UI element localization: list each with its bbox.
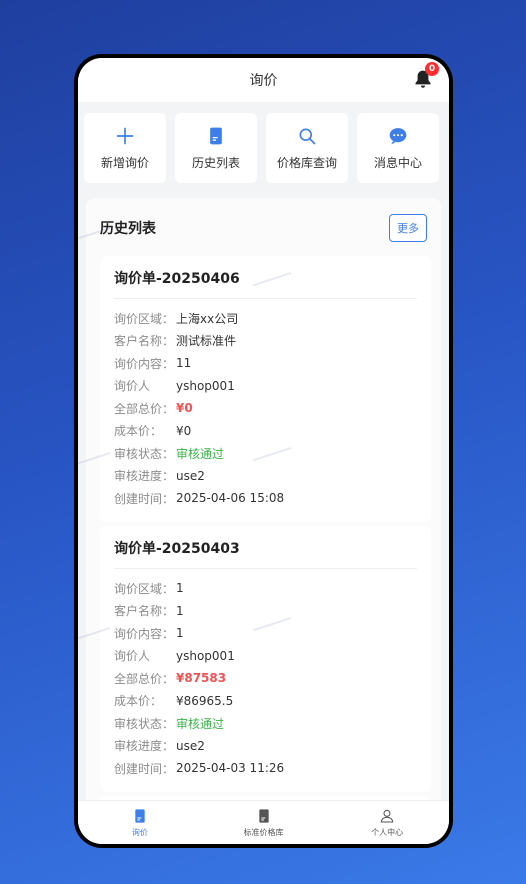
field-row: 审核状态： 审核通过 — [114, 442, 417, 465]
inquiry-card[interactable]: 询价单-20250406 询价区域： 上海xx公司 客户名称： 测试标准件 询价内容… — [100, 256, 431, 522]
field-label: 询价区域： — [114, 311, 175, 326]
field-label: 创建时间： — [114, 761, 175, 776]
field-row: 全部总价： ¥87583 — [114, 667, 417, 690]
field-label: 成本价： — [114, 424, 163, 439]
field-value: 1 — [176, 581, 184, 596]
field-value: use2 — [176, 468, 205, 483]
field-label: 创建时间： — [114, 491, 175, 506]
field-row: 客户名称： 1 — [114, 600, 417, 623]
field-row: 创建时间： 2025-04-03 11:26 — [114, 757, 417, 780]
inquiry-card[interactable]: 询价单-20250403 询价区域： 1 客户名称： 1 询价内容： 1 询价人 ysh… — [100, 526, 431, 792]
field-row: 询价人 yshop001 — [114, 645, 417, 668]
chat-bubble-icon — [389, 127, 407, 144]
notification-badge: 0 — [425, 62, 439, 76]
field-label: 审核状态： — [114, 716, 175, 731]
field-label: 询价区域： — [114, 581, 175, 596]
price-library-icon — [258, 808, 269, 823]
field-row: 全部总价： ¥0 — [114, 397, 417, 420]
field-label: 审核状态： — [114, 446, 175, 461]
field-row: 审核进度： use2 — [114, 735, 417, 758]
field-value: yshop001 — [176, 378, 235, 393]
field-label: 成本价： — [114, 694, 163, 709]
tab-price-library[interactable]: 标准价格库 — [202, 801, 326, 844]
field-label: 客户名称： — [114, 334, 175, 349]
field-label: 全部总价： — [114, 401, 175, 416]
field-value: use2 — [176, 738, 205, 753]
field-value: 1 — [176, 603, 184, 618]
field-value: 11 — [176, 356, 192, 371]
total-price: ¥0 — [176, 401, 193, 416]
field-row: 成本价： ¥86965.5 — [114, 690, 417, 713]
field-row: 审核状态： 审核通过 — [114, 712, 417, 735]
plus-icon — [116, 127, 134, 144]
status-badge: 审核通过 — [176, 716, 225, 731]
cost-price: ¥86965.5 — [176, 693, 234, 708]
page-title: 询价 — [249, 73, 278, 89]
tab-label: 标准价格库 — [243, 827, 284, 837]
field-label: 询价内容： — [114, 356, 175, 371]
field-row: 成本价： ¥0 — [114, 420, 417, 443]
bottom-tab-bar: 询价 标准价格库 个人中心 — [78, 800, 449, 844]
quick-action-message-center[interactable]: 消息中心 — [357, 113, 439, 183]
history-header: 历史列表 更多 — [86, 198, 441, 256]
quick-action-label: 新增询价 — [100, 155, 149, 170]
tab-label: 询价 — [131, 827, 148, 837]
field-row: 客户名称： 测试标准件 — [114, 330, 417, 353]
more-button[interactable]: 更多 — [389, 214, 427, 242]
field-label: 审核进度： — [114, 739, 175, 754]
inquiry-title: 询价单-20250406 — [114, 268, 417, 299]
total-price: ¥87583 — [176, 671, 227, 686]
field-row: 创建时间： 2025-04-06 15:08 — [114, 487, 417, 510]
created-time: 2025-04-03 11:26 — [176, 761, 285, 776]
tab-inquiry[interactable]: 询价 — [78, 801, 202, 844]
phone-frame: 询价 0 新增询价 历史列表 价格库查询 消息中心 历史列表 更多 询价单-20… — [74, 54, 453, 848]
field-label: 询价人 — [114, 649, 151, 664]
cost-price: ¥0 — [176, 423, 192, 438]
quick-action-new-inquiry[interactable]: 新增询价 — [84, 113, 166, 183]
field-label: 客户名称： — [114, 604, 175, 619]
field-row: 审核进度： use2 — [114, 465, 417, 488]
document-icon — [210, 127, 222, 144]
tab-profile[interactable]: 个人中心 — [325, 801, 449, 844]
app-screen: 询价 0 新增询价 历史列表 价格库查询 消息中心 历史列表 更多 询价单-20… — [78, 58, 449, 844]
tab-label: 个人中心 — [371, 827, 404, 837]
field-value: yshop001 — [176, 648, 235, 663]
quick-action-label: 历史列表 — [191, 155, 240, 170]
top-bar: 询价 0 — [78, 58, 449, 102]
content-scroll[interactable]: 历史列表 更多 询价单-20250406 询价区域： 上海xx公司 客户名称： 测试… — [78, 198, 449, 800]
history-panel: 历史列表 更多 询价单-20250406 询价区域： 上海xx公司 客户名称： 测试… — [86, 198, 441, 800]
field-row: 询价人 yshop001 — [114, 375, 417, 398]
field-row: 询价区域： 上海xx公司 — [114, 307, 417, 330]
created-time: 2025-04-06 15:08 — [176, 491, 285, 506]
section-title: 历史列表 — [100, 221, 156, 237]
user-icon — [380, 809, 394, 823]
field-label: 询价人 — [114, 379, 151, 394]
quick-action-label: 价格库查询 — [276, 155, 337, 170]
field-value: 上海xx公司 — [176, 311, 239, 326]
inquiry-doc-icon — [135, 808, 145, 823]
status-badge: 审核通过 — [176, 446, 225, 461]
field-label: 审核进度： — [114, 469, 175, 484]
field-row: 询价内容： 1 — [114, 622, 417, 645]
field-label: 全部总价： — [114, 671, 175, 686]
field-row: 询价内容： 11 — [114, 352, 417, 375]
quick-action-price-search[interactable]: 价格库查询 — [266, 113, 348, 183]
field-value: 测试标准件 — [176, 334, 237, 349]
field-value: 1 — [176, 626, 184, 641]
field-row: 询价区域： 1 — [114, 577, 417, 600]
field-label: 询价内容： — [114, 626, 175, 641]
quick-action-label: 消息中心 — [373, 155, 422, 170]
quick-actions: 新增询价 历史列表 价格库查询 消息中心 — [78, 113, 449, 185]
quick-action-history-list[interactable]: 历史列表 — [175, 113, 257, 183]
search-icon — [299, 128, 316, 144]
inquiry-title: 询价单-20250403 — [114, 538, 417, 569]
